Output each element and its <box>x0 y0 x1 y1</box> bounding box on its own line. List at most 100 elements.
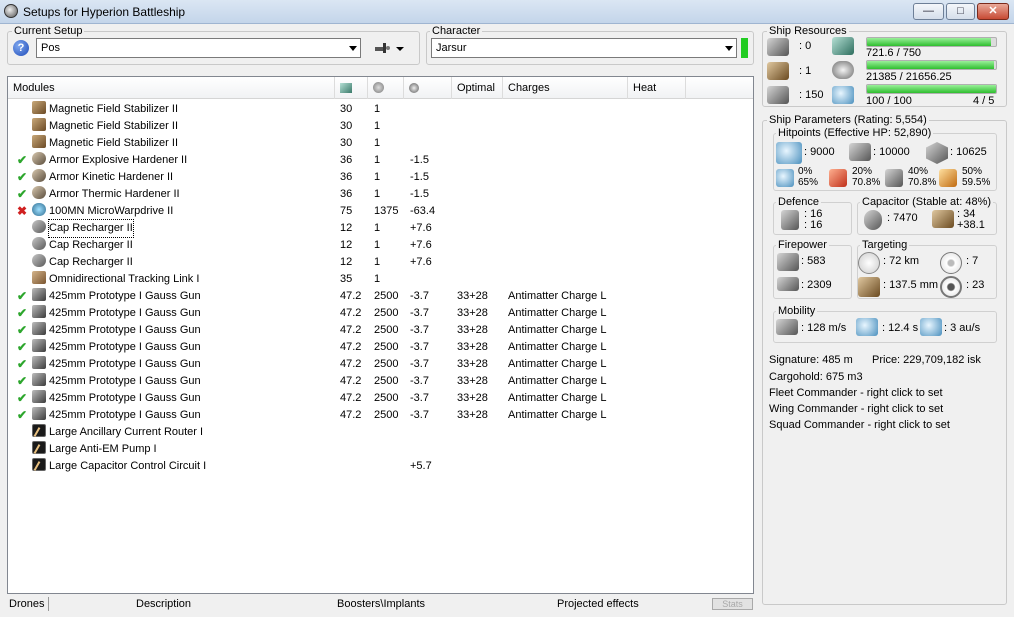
module-name: Armor Kinetic Hardener II <box>49 171 174 183</box>
module-row[interactable]: Magnetic Field Stabilizer II 30 1 <box>8 118 753 135</box>
signature: Signature: 485 m <box>769 354 853 366</box>
stats-button[interactable]: Stats <box>712 598 753 610</box>
module-name: Large Anti-EM Pump I <box>49 443 157 455</box>
module-row[interactable]: ✔ 425mm Prototype I Gauss Gun 47.2 2500 -3.7… <box>8 322 753 339</box>
module-row[interactable]: ✔ 425mm Prototype I Gauss Gun 47.2 2500 -3.7… <box>8 288 753 305</box>
column-capacitor[interactable] <box>404 77 452 99</box>
tab-description[interactable]: Description <box>136 598 191 610</box>
rig-slots: 4 / 5 <box>973 95 995 107</box>
module-status-icon: ✖ <box>17 204 28 218</box>
module-optimal: 33+28 <box>457 358 488 370</box>
maximize-button[interactable]: □ <box>946 3 975 20</box>
column-powergrid[interactable] <box>368 77 404 99</box>
ship-resources-label: Ship Resources <box>767 25 849 37</box>
module-cpu: 47.2 <box>340 290 362 302</box>
module-cpu: 47.2 <box>340 392 362 404</box>
module-charge[interactable]: Antimatter Charge L <box>508 373 606 390</box>
module-row[interactable]: ✔ Armor Thermic Hardener II 36 1 -1.5 <box>8 186 753 203</box>
module-row[interactable]: Cap Recharger II 12 1 +7.6 <box>8 237 753 254</box>
module-row[interactable]: Magnetic Field Stabilizer II 30 1 <box>8 135 753 152</box>
module-row[interactable]: Large Capacitor Control Circuit I +5.7 <box>8 458 753 475</box>
tools-chevron-down-icon[interactable] <box>396 47 404 51</box>
module-capacitor: +7.6 <box>410 222 432 234</box>
squad-commander[interactable]: Squad Commander - right click to set <box>769 419 950 431</box>
cpu-icon <box>832 37 854 55</box>
module-row[interactable]: Large Anti-EM Pump I <box>8 441 753 458</box>
module-status-icon: ✔ <box>17 170 28 184</box>
sensor-strength-icon <box>940 276 962 298</box>
module-powergrid: 2500 <box>374 392 399 404</box>
module-row[interactable]: ✔ Armor Kinetic Hardener II 36 1 -1.5 <box>8 169 753 186</box>
module-charge[interactable]: Antimatter Charge L <box>508 407 606 424</box>
minimize-button[interactable]: — <box>913 3 944 20</box>
kinetic-resist-top: 40% <box>908 166 929 177</box>
module-charge[interactable]: Antimatter Charge L <box>508 390 606 407</box>
tab-drones[interactable]: Drones <box>9 598 44 610</box>
close-button[interactable]: ✕ <box>977 3 1009 20</box>
module-row[interactable]: ✖ 100MN MicroWarpdrive II 75 1375 -63.4 <box>8 203 753 220</box>
column-cpu[interactable] <box>335 77 368 99</box>
module-row[interactable]: Cap Recharger II 12 1 +7.6 <box>8 219 753 238</box>
module-cpu: 47.2 <box>340 341 362 353</box>
chevron-down-icon <box>725 46 733 51</box>
tab-boosters-implants[interactable]: Boosters\Implants <box>337 598 425 610</box>
module-cpu: 30 <box>340 103 353 115</box>
cpu-bar-fill <box>867 38 992 46</box>
kinetic-resist-icon <box>885 169 903 187</box>
setup-tools-icon[interactable] <box>374 42 390 54</box>
column-modules[interactable]: Modules <box>8 77 335 99</box>
powergrid-icon <box>832 61 854 79</box>
character-select[interactable]: Jarsur <box>431 38 737 58</box>
module-powergrid: 2500 <box>374 324 399 336</box>
module-row[interactable]: ✔ 425mm Prototype I Gauss Gun 47.2 2500 -3.7… <box>8 305 753 322</box>
character-status-indicator <box>741 38 748 58</box>
targeting-range-icon <box>858 252 880 274</box>
module-row[interactable]: ✔ 425mm Prototype I Gauss Gun 47.2 2500 -3.7… <box>8 373 753 390</box>
module-powergrid: 2500 <box>374 358 399 370</box>
turret-hardpoints: : 0 <box>799 40 812 52</box>
setup-select[interactable]: Pos <box>36 38 361 58</box>
capacitor-amount: : 7470 <box>887 212 918 224</box>
module-row[interactable]: ✔ Armor Explosive Hardener II 36 1 -1.5 <box>8 152 753 169</box>
module-status-icon: ✔ <box>17 391 28 405</box>
targeting-range: : 72 km <box>883 255 920 267</box>
capacitor-icon <box>409 83 419 93</box>
gauss-gun-icon <box>32 356 46 369</box>
modules-list[interactable]: Modules Optimal Charges Heat Magnetic Fi… <box>7 76 754 594</box>
module-status-icon: ✔ <box>17 153 28 167</box>
module-row[interactable]: ✔ 425mm Prototype I Gauss Gun 47.2 2500 -3.7… <box>8 339 753 356</box>
module-row[interactable]: Cap Recharger II 12 1 +7.6 <box>8 254 753 271</box>
module-capacitor: -1.5 <box>410 171 429 183</box>
module-row[interactable]: ✔ 425mm Prototype I Gauss Gun 47.2 2500 -3.7… <box>8 390 753 407</box>
magnetic-field-stabilizer-icon <box>32 135 46 148</box>
magnetic-field-stabilizer-icon <box>32 101 46 114</box>
module-name: Magnetic Field Stabilizer II <box>49 137 178 149</box>
module-charge[interactable]: Antimatter Charge L <box>508 305 606 322</box>
module-capacitor: -3.7 <box>410 375 429 387</box>
wing-commander[interactable]: Wing Commander - right click to set <box>769 403 943 415</box>
module-cpu: 36 <box>340 188 353 200</box>
module-row[interactable]: Magnetic Field Stabilizer II 30 1 <box>8 101 753 118</box>
module-name: 425mm Prototype I Gauss Gun <box>49 375 201 387</box>
module-optimal: 33+28 <box>457 375 488 387</box>
module-charge[interactable]: Antimatter Charge L <box>508 339 606 356</box>
help-icon[interactable]: ? <box>13 40 29 56</box>
module-row[interactable]: Large Ancillary Current Router I <box>8 424 753 441</box>
module-row[interactable]: Omnidirectional Tracking Link I 35 1 <box>8 271 753 288</box>
module-row[interactable]: ✔ 425mm Prototype I Gauss Gun 47.2 2500 -3.7… <box>8 356 753 373</box>
module-charge[interactable]: Antimatter Charge L <box>508 288 606 305</box>
dps-icon <box>777 253 799 271</box>
gauss-gun-icon <box>32 288 46 301</box>
column-heat[interactable]: Heat <box>628 77 686 99</box>
tab-projected-effects[interactable]: Projected effects <box>557 598 639 610</box>
armor-hardener-icon <box>32 169 46 182</box>
module-row[interactable]: ✔ 425mm Prototype I Gauss Gun 47.2 2500 -3.7… <box>8 407 753 424</box>
module-status-icon: ✔ <box>17 357 28 371</box>
fleet-commander[interactable]: Fleet Commander - right click to set <box>769 387 943 399</box>
module-cpu: 12 <box>340 222 353 234</box>
setup-select-value: Pos <box>41 42 60 54</box>
column-charges[interactable]: Charges <box>503 77 628 99</box>
column-optimal[interactable]: Optimal <box>452 77 503 99</box>
module-charge[interactable]: Antimatter Charge L <box>508 322 606 339</box>
module-charge[interactable]: Antimatter Charge L <box>508 356 606 373</box>
